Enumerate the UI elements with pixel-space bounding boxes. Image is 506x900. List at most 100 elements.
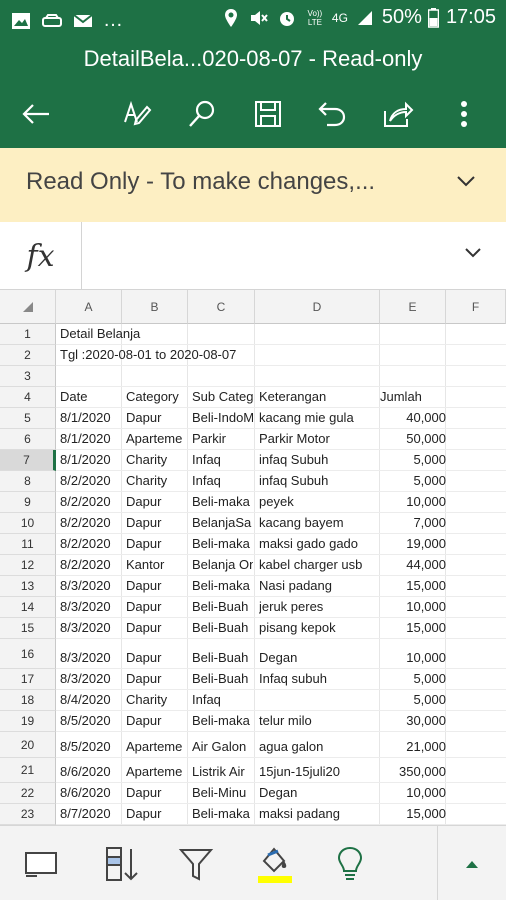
cell-e6[interactable]: 50,000 (380, 429, 446, 449)
cell-e18[interactable]: 5,000 (380, 690, 446, 710)
cell-e8[interactable]: 5,000 (380, 471, 446, 491)
cell-e7[interactable]: 5,000 (380, 450, 446, 470)
cell-a16[interactable]: 8/3/2020 (60, 648, 120, 668)
cell-d22[interactable]: Degan (259, 783, 378, 803)
cell-c19[interactable]: Beli-maka (192, 711, 253, 731)
cell-a5[interactable]: 8/1/2020 (60, 408, 120, 428)
share-icon[interactable] (376, 92, 420, 136)
read-only-banner[interactable]: Read Only - To make changes,... (0, 148, 506, 222)
cell-b10[interactable]: Dapur (126, 513, 186, 533)
cell-d5[interactable]: kacang mie gula (259, 408, 378, 428)
cell-b8[interactable]: Charity (126, 471, 186, 491)
cell-a18[interactable]: 8/4/2020 (60, 690, 120, 710)
row-header[interactable]: 12 (0, 555, 56, 576)
cell-a1[interactable]: Detail Belanja (60, 324, 360, 344)
cell-c8[interactable]: Infaq (192, 471, 253, 491)
cell-a6[interactable]: 8/1/2020 (60, 429, 120, 449)
cell-b4[interactable]: Category (126, 387, 186, 407)
more-vertical-icon[interactable] (442, 92, 486, 136)
cell-c5[interactable]: Beli-IndoM (192, 408, 253, 428)
cell-b19[interactable]: Dapur (126, 711, 186, 731)
cell-d20[interactable]: agua galon (259, 737, 378, 757)
cell-b17[interactable]: Dapur (126, 669, 186, 689)
row-header[interactable]: 22 (0, 783, 56, 804)
cell-d16[interactable]: Degan (259, 648, 378, 668)
cell-b9[interactable]: Dapur (126, 492, 186, 512)
cell-a14[interactable]: 8/3/2020 (60, 597, 120, 617)
cell-c14[interactable]: Beli-Buah (192, 597, 253, 617)
column-header-c[interactable]: C (188, 290, 255, 324)
ideas-lightbulb-icon[interactable] (326, 840, 374, 888)
row-header[interactable]: 14 (0, 597, 56, 618)
cell-a19[interactable]: 8/5/2020 (60, 711, 120, 731)
cell-b7[interactable]: Charity (126, 450, 186, 470)
cell-e12[interactable]: 44,000 (380, 555, 446, 575)
cell-c23[interactable]: Beli-maka (192, 804, 253, 824)
cell-b22[interactable]: Dapur (126, 783, 186, 803)
cell-e9[interactable]: 10,000 (380, 492, 446, 512)
row-header[interactable]: 6 (0, 429, 56, 450)
cell-a4[interactable]: Date (60, 387, 120, 407)
cell-a17[interactable]: 8/3/2020 (60, 669, 120, 689)
cell-b6[interactable]: Aparteme (126, 429, 186, 449)
cell-d21[interactable]: 15jun-15juli20 (259, 762, 378, 782)
cell-d8[interactable]: infaq Subuh (259, 471, 378, 491)
row-header[interactable]: 4 (0, 387, 56, 408)
cell-d14[interactable]: jeruk peres (259, 597, 378, 617)
cell-e21[interactable]: 350,000 (380, 762, 446, 782)
cell-b23[interactable]: Dapur (126, 804, 186, 824)
cell-d6[interactable]: Parkir Motor (259, 429, 378, 449)
cell-e5[interactable]: 40,000 (380, 408, 446, 428)
row-header[interactable]: 11 (0, 534, 56, 555)
cell-c15[interactable]: Beli-Buah (192, 618, 253, 638)
cell-e17[interactable]: 5,000 (380, 669, 446, 689)
row-header[interactable]: 13 (0, 576, 56, 597)
formula-input[interactable] (90, 222, 450, 290)
cell-b11[interactable]: Dapur (126, 534, 186, 554)
row-header[interactable]: 7 (0, 450, 56, 471)
cell-e22[interactable]: 10,000 (380, 783, 446, 803)
cell-d10[interactable]: kacang bayem (259, 513, 378, 533)
cell-a23[interactable]: 8/7/2020 (60, 804, 120, 824)
column-header-b[interactable]: B (122, 290, 188, 324)
cell-a10[interactable]: 8/2/2020 (60, 513, 120, 533)
cell-b18[interactable]: Charity (126, 690, 186, 710)
chevron-down-icon[interactable] (456, 174, 476, 193)
select-all-corner[interactable] (0, 290, 56, 324)
cell-b14[interactable]: Dapur (126, 597, 186, 617)
draw-pen-icon[interactable] (114, 92, 158, 136)
row-header[interactable]: 21 (0, 758, 56, 783)
cell-e13[interactable]: 15,000 (380, 576, 446, 596)
cell-a13[interactable]: 8/3/2020 (60, 576, 120, 596)
cell-c10[interactable]: BelanjaSa (192, 513, 253, 533)
expand-formula-chevron-icon[interactable] (464, 246, 482, 264)
row-header[interactable]: 16 (0, 639, 56, 669)
row-header[interactable]: 5 (0, 408, 56, 429)
expand-up-icon[interactable] (448, 840, 496, 888)
cell-c22[interactable]: Beli-Minu (192, 783, 253, 803)
row-header[interactable]: 17 (0, 669, 56, 690)
cell-d19[interactable]: telur milo (259, 711, 378, 731)
row-header[interactable]: 10 (0, 513, 56, 534)
cell-c16[interactable]: Beli-Buah (192, 648, 253, 668)
cell-a2[interactable]: Tgl :2020-08-01 to 2020-08-07 (60, 345, 360, 365)
spreadsheet-grid[interactable]: A B C D E F 1 Detail Belanja 2 Tgl :2020-08-01 to… (0, 290, 506, 825)
cell-a22[interactable]: 8/6/2020 (60, 783, 120, 803)
filter-icon[interactable] (172, 840, 220, 888)
cell-d23[interactable]: maksi padang (259, 804, 378, 824)
cell-a20[interactable]: 8/5/2020 (60, 737, 120, 757)
cell-c18[interactable]: Infaq (192, 690, 253, 710)
cell-d13[interactable]: Nasi padang (259, 576, 378, 596)
cell-d15[interactable]: pisang kepok (259, 618, 378, 638)
cell-e15[interactable]: 15,000 (380, 618, 446, 638)
row-header[interactable]: 8 (0, 471, 56, 492)
row-header[interactable]: 19 (0, 711, 56, 732)
cell-b5[interactable]: Dapur (126, 408, 186, 428)
cell-c6[interactable]: Parkir (192, 429, 253, 449)
cell-e14[interactable]: 10,000 (380, 597, 446, 617)
cell-c4[interactable]: Sub Categ (192, 387, 253, 407)
cell-e4[interactable]: Jumlah (380, 387, 444, 407)
cell-c11[interactable]: Beli-maka (192, 534, 253, 554)
cell-c7[interactable]: Infaq (192, 450, 253, 470)
cell-a11[interactable]: 8/2/2020 (60, 534, 120, 554)
